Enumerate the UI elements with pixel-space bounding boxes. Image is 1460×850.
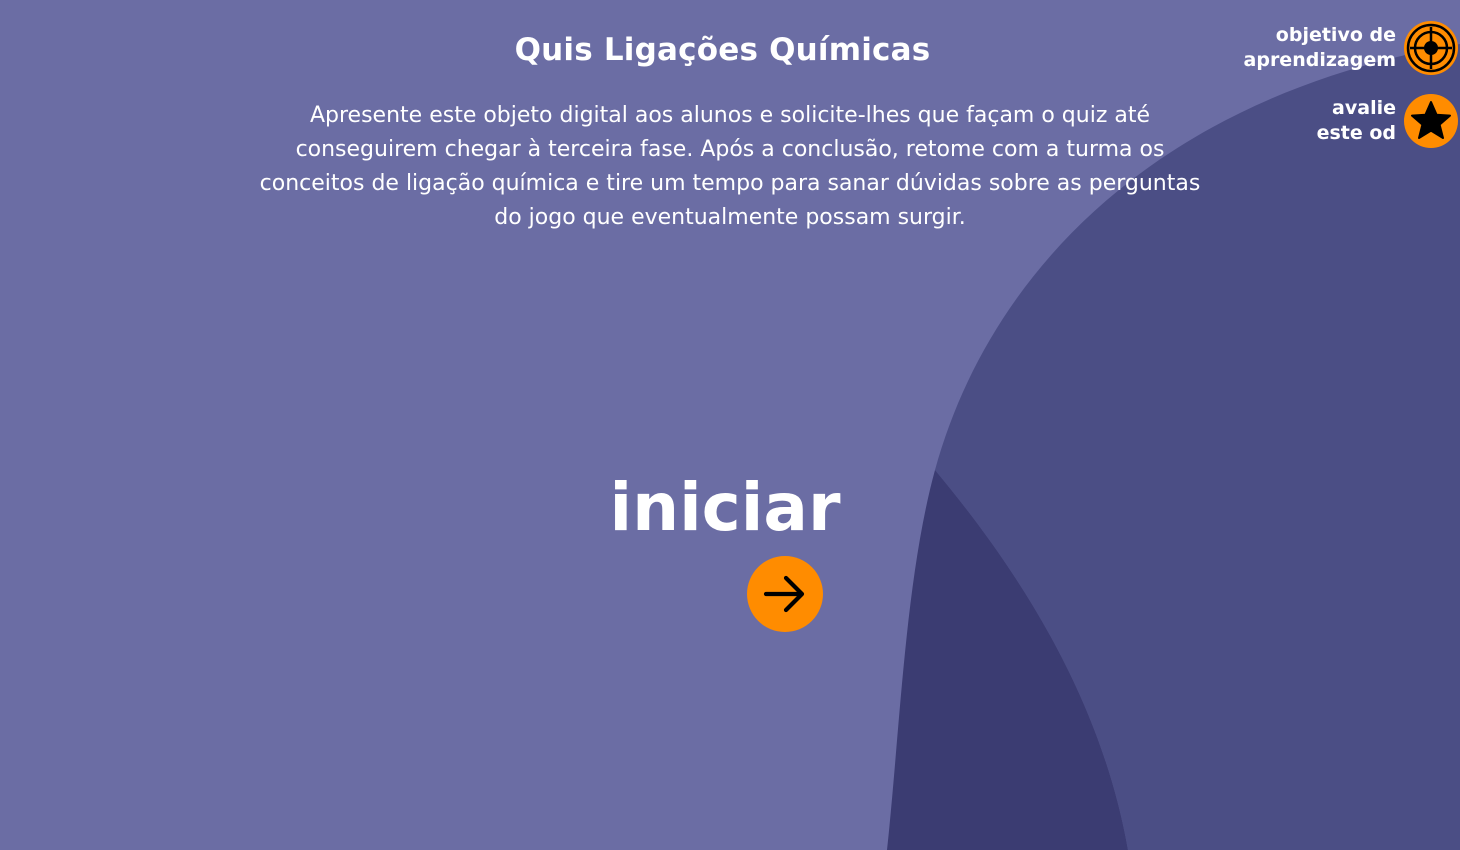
rate-od-button[interactable]: avalie este od xyxy=(1186,94,1458,148)
learning-objective-label-line1: objetivo de xyxy=(1275,24,1396,46)
star-icon xyxy=(1404,94,1458,148)
arrow-right-icon xyxy=(763,575,805,613)
rate-od-label: avalie este od xyxy=(1186,96,1396,146)
rate-od-label-line2: este od xyxy=(1316,122,1396,144)
instructions-text: Apresente este objeto digital aos alunos… xyxy=(259,103,1201,230)
start-label: iniciar xyxy=(609,469,841,546)
learning-objective-button[interactable]: objetivo de aprendizagem xyxy=(1186,21,1458,75)
learning-objective-label-line2: aprendizagem xyxy=(1243,49,1396,71)
start-button[interactable] xyxy=(747,556,823,632)
page-title: Quis Ligações Químicas xyxy=(514,32,931,68)
target-icon xyxy=(1404,21,1458,75)
rate-od-label-line1: avalie xyxy=(1332,97,1396,119)
learning-objective-label: objetivo de aprendizagem xyxy=(1186,23,1396,73)
